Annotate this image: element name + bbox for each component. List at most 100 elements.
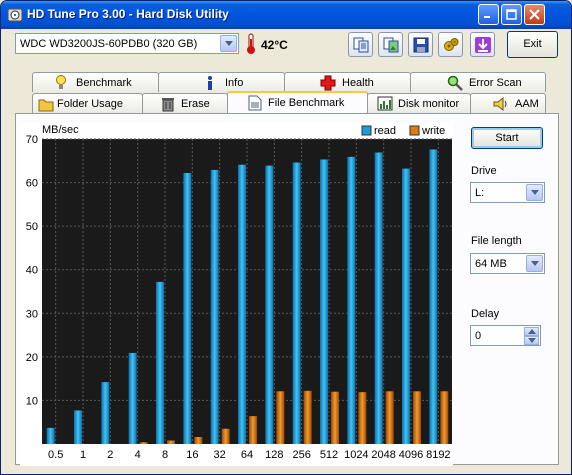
chevron-down-icon bbox=[531, 261, 539, 266]
x-tick-label: 2 bbox=[107, 449, 113, 461]
tab-health-label: Health bbox=[342, 77, 374, 89]
delay-increment-button[interactable] bbox=[524, 327, 539, 336]
error-scan-icon bbox=[447, 75, 463, 91]
read-bar bbox=[292, 162, 301, 444]
chart-svg: 10 20 30 40 50 60 70 0.5 1 2 4 8 16 32 64 128 256 512 1024… bbox=[26, 124, 452, 461]
write-bar bbox=[440, 391, 449, 444]
close-icon bbox=[529, 9, 540, 20]
write-bar bbox=[303, 390, 312, 444]
title-bar[interactable]: HD Tune Pro 3.00 - Hard Disk Utility bbox=[1, 1, 571, 29]
thermometer-icon bbox=[247, 33, 255, 54]
tab-folder-usage-label: Folder Usage bbox=[57, 98, 124, 110]
copy-screenshot-icon bbox=[383, 37, 399, 53]
tab-aam-label: AAM bbox=[515, 98, 539, 110]
delay-label: Delay bbox=[471, 308, 500, 320]
drive-letter-dropdown-button[interactable] bbox=[526, 184, 543, 201]
tab-erase[interactable]: Erase bbox=[142, 93, 228, 113]
write-bar bbox=[139, 442, 148, 444]
legend-label-read: read bbox=[374, 125, 396, 137]
tab-error-scan-label: Error Scan bbox=[469, 77, 522, 89]
info-icon bbox=[208, 76, 212, 90]
tab-error-scan[interactable]: Error Scan bbox=[410, 72, 546, 92]
start-button[interactable]: Start bbox=[471, 127, 543, 149]
read-bar bbox=[320, 159, 328, 444]
tab-file-benchmark-label: File Benchmark bbox=[268, 97, 345, 109]
copy-text-icon bbox=[353, 37, 369, 53]
x-tick-label: 512 bbox=[320, 449, 338, 461]
disk-monitor-icon bbox=[377, 96, 393, 111]
file-length-select[interactable]: 64 MB bbox=[470, 253, 545, 274]
read-bar bbox=[429, 149, 438, 444]
temperature-readout: 42°C bbox=[261, 38, 288, 52]
tab-aam[interactable]: AAM bbox=[470, 93, 546, 113]
tab-info-label: Info bbox=[225, 77, 244, 89]
save-button[interactable] bbox=[408, 32, 433, 57]
minimize-icon bbox=[484, 16, 490, 18]
x-tick-label: 1 bbox=[80, 449, 86, 461]
read-bar bbox=[402, 168, 410, 444]
write-bar bbox=[194, 437, 203, 444]
window-title: HD Tune Pro 3.00 - Hard Disk Utility bbox=[27, 7, 229, 21]
tab-health[interactable]: Health bbox=[284, 72, 411, 92]
drive-letter-select[interactable]: L: bbox=[470, 182, 545, 203]
options-icon bbox=[444, 38, 459, 51]
legend-swatch-write bbox=[409, 125, 420, 136]
x-tick-label: 16 bbox=[186, 449, 198, 461]
folder-icon bbox=[38, 99, 54, 112]
benchmark-chart: 10 20 30 40 50 60 70 0.5 1 2 4 8 16 32 64 128 256 512 1024… bbox=[20, 123, 453, 466]
read-bar bbox=[128, 352, 137, 444]
y-tick-label: 60 bbox=[26, 178, 38, 190]
x-tick-label: 8 bbox=[162, 449, 168, 461]
read-bar bbox=[46, 427, 55, 444]
benchmark-icon bbox=[56, 75, 66, 89]
read-bar bbox=[238, 164, 246, 444]
maximize-icon bbox=[506, 9, 517, 20]
x-tick-label: 4096 bbox=[399, 449, 423, 461]
maximize-button[interactable] bbox=[501, 4, 522, 25]
tab-info[interactable]: Info bbox=[158, 72, 285, 92]
tab-erase-label: Erase bbox=[181, 98, 210, 110]
minimize-button[interactable] bbox=[478, 4, 499, 25]
options-button[interactable] bbox=[438, 32, 463, 57]
x-tick-label: 2048 bbox=[371, 449, 395, 461]
copy-screenshot-button[interactable] bbox=[378, 32, 403, 57]
x-tick-label: 8192 bbox=[426, 449, 450, 461]
write-bar bbox=[413, 391, 421, 444]
drive-letter-value: L: bbox=[475, 187, 485, 199]
drive-selector-value: WDC WD3200JS-60PDB0 (320 GB) bbox=[20, 38, 198, 50]
tab-disk-monitor[interactable]: Disk monitor bbox=[367, 93, 471, 113]
y-tick-label: 20 bbox=[26, 352, 38, 364]
y-tick-label: 30 bbox=[26, 308, 38, 320]
tab-folder-usage[interactable]: Folder Usage bbox=[32, 93, 143, 113]
y-tick-label: 70 bbox=[26, 134, 38, 146]
speaker-icon bbox=[493, 96, 507, 112]
x-tick-label: 32 bbox=[214, 449, 226, 461]
x-tick-label: 256 bbox=[292, 449, 310, 461]
file-length-dropdown-button[interactable] bbox=[526, 255, 543, 272]
delay-decrement-button[interactable] bbox=[524, 336, 539, 345]
tab-file-benchmark[interactable]: File Benchmark bbox=[227, 91, 368, 113]
exit-button[interactable]: Exit bbox=[507, 31, 558, 58]
write-bar bbox=[276, 391, 285, 444]
close-button[interactable] bbox=[524, 4, 545, 25]
file-length-value: 64 MB bbox=[475, 258, 507, 270]
read-bar bbox=[74, 410, 82, 444]
x-tick-label: 4 bbox=[135, 449, 141, 461]
legend-swatch-read bbox=[361, 125, 372, 136]
y-tick-label: 10 bbox=[26, 395, 38, 407]
write-bar bbox=[221, 428, 230, 444]
tab-benchmark-label: Benchmark bbox=[76, 77, 132, 89]
x-tick-label: 1024 bbox=[344, 449, 368, 461]
app-window: HD Tune Pro 3.00 - Hard Disk Utility WDC… bbox=[0, 0, 572, 475]
delay-spinner[interactable]: 0 bbox=[470, 325, 541, 346]
minimize-tray-button[interactable] bbox=[470, 32, 495, 57]
read-bar bbox=[210, 169, 219, 444]
copy-text-button[interactable] bbox=[348, 32, 373, 57]
legend-label-write: write bbox=[421, 125, 445, 137]
tab-benchmark[interactable]: Benchmark bbox=[32, 72, 159, 92]
y-tick-label: 50 bbox=[26, 221, 38, 233]
save-icon bbox=[413, 37, 429, 53]
read-bar bbox=[347, 156, 356, 444]
drive-dropdown-button[interactable] bbox=[220, 35, 237, 52]
drive-selector[interactable]: WDC WD3200JS-60PDB0 (320 GB) bbox=[15, 33, 239, 54]
